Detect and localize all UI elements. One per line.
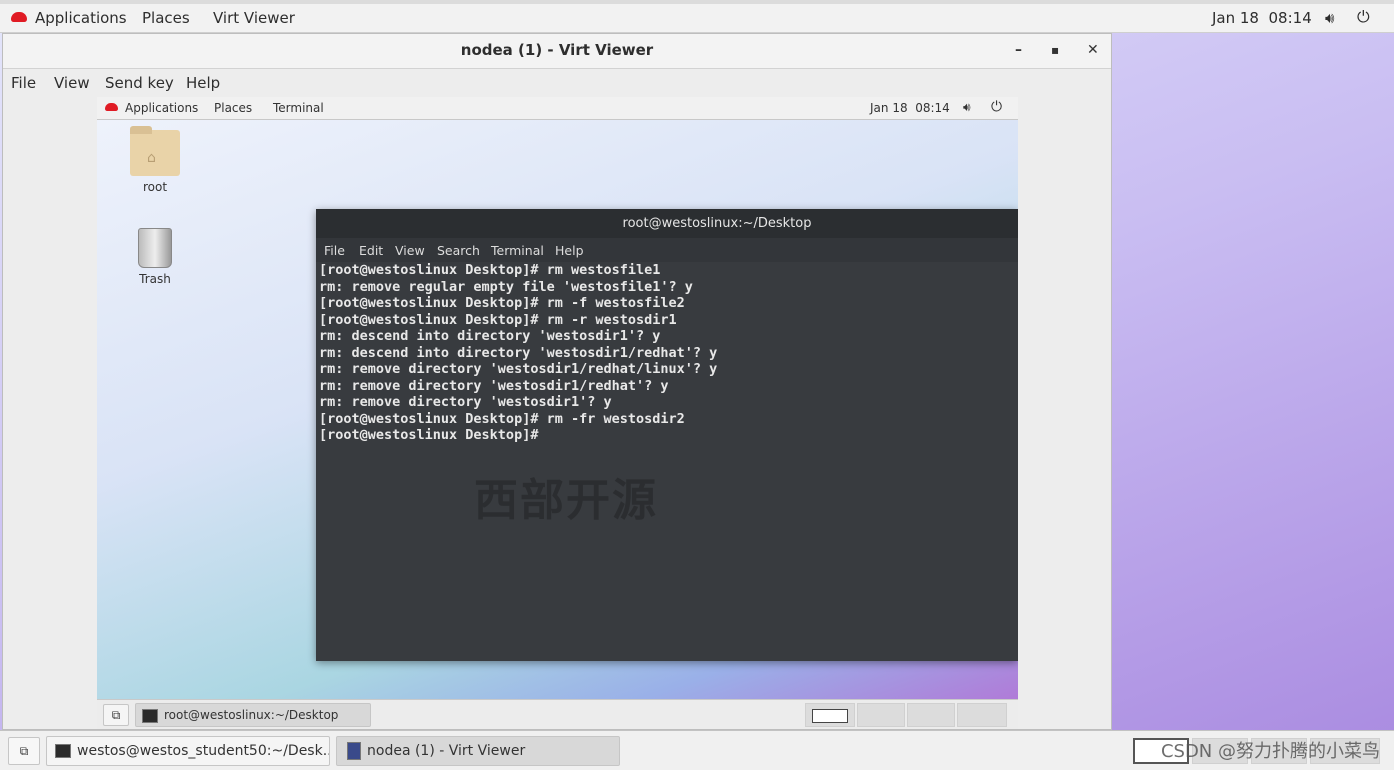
power-icon[interactable]: ⏻ [1357, 7, 1370, 27]
taskbar-item-label: westos@westos_student50:~/Desk... [77, 743, 330, 759]
terminal-menu-terminal[interactable]: Terminal [491, 243, 544, 258]
applications-menu[interactable]: Applications [35, 9, 127, 27]
terminal-menu-view[interactable]: View [395, 243, 425, 258]
workspace-1[interactable] [805, 703, 855, 727]
guest-display[interactable]: Applications Places Terminal Jan 18 08:1… [97, 97, 1018, 729]
terminal-titlebar: root@westoslinux:~/Desktop [316, 209, 1018, 238]
close-button[interactable]: ✕ [1087, 34, 1099, 67]
window-menubar: File View Send key Help [3, 69, 1111, 97]
terminal-menu-search[interactable]: Search [437, 243, 480, 258]
terminal-watermark: 西部开源 [474, 475, 658, 526]
desktop-icon-trash[interactable]: Trash [120, 228, 190, 286]
tab-strip [0, 0, 1394, 4]
app-menu[interactable]: Virt Viewer [213, 9, 295, 27]
guest-clock[interactable]: Jan 18 08:14 [870, 101, 950, 115]
desktop-icon-label: root [142, 180, 168, 194]
terminal-line: rm: remove directory 'westosdir1/redhat/… [319, 361, 718, 377]
terminal-line: rm: remove regular empty file 'westosfil… [319, 278, 693, 295]
terminal-menu-file[interactable]: File [324, 243, 345, 258]
home-folder-icon: ⌂ [130, 126, 180, 176]
terminal-menu-help[interactable]: Help [555, 243, 584, 258]
workspace-3[interactable] [907, 703, 955, 727]
workspace-2[interactable] [857, 703, 905, 727]
guest-places-menu[interactable]: Places [214, 101, 252, 115]
show-desktop-button[interactable]: ⧉ [103, 704, 129, 726]
terminal-line: rm: descend into directory 'westosdir1'?… [319, 328, 661, 344]
window-title: nodea (1) - Virt Viewer [460, 41, 654, 59]
workspace-4[interactable] [957, 703, 1007, 727]
desktop-icon-root[interactable]: ⌂ root [120, 126, 190, 194]
taskbar-item-label: nodea (1) - Virt Viewer [367, 743, 526, 759]
host-top-bar: Applications Places Virt Viewer Jan 18 0… [0, 0, 1394, 33]
host-taskbar-item-active[interactable]: nodea (1) - Virt Viewer [336, 736, 620, 766]
clock[interactable]: Jan 18 08:14 [1212, 9, 1312, 27]
menu-file[interactable]: File [11, 74, 36, 92]
menu-help[interactable]: Help [186, 74, 220, 92]
terminal-menu-edit[interactable]: Edit [359, 243, 383, 258]
power-icon[interactable]: ⏻ [991, 99, 1002, 115]
desktop-icon-label: Trash [139, 272, 171, 286]
redhat-logo-icon [105, 103, 118, 111]
taskbar-item-label: root@westoslinux:~/Desktop [164, 708, 339, 722]
terminal-icon [142, 708, 158, 723]
guest-taskbar-item[interactable]: root@westoslinux:~/Desktop [135, 703, 371, 727]
terminal-window[interactable]: root@westoslinux:~/Desktop File Edit Vie… [316, 209, 1018, 661]
menu-send-key[interactable]: Send key [105, 74, 174, 92]
host-taskbar-item[interactable]: westos@westos_student50:~/Desk... [46, 736, 330, 766]
guest-applications-menu[interactable]: Applications [125, 101, 198, 115]
places-menu[interactable]: Places [142, 9, 190, 27]
terminal-output[interactable]: [root@westoslinux Desktop]# rm westosfil… [319, 262, 1017, 444]
csdn-watermark: CSDN @努力扑腾的小菜鸟 [1160, 741, 1380, 762]
window-titlebar: nodea (1) - Virt Viewer – ▪ ✕ [3, 34, 1111, 69]
guest-bottom-panel: ⧉ root@westoslinux:~/Desktop [97, 699, 1018, 729]
terminal-line: [root@westoslinux Desktop]# rm -f westos… [319, 295, 685, 311]
show-desktop-button[interactable]: ⧉ [8, 737, 40, 765]
terminal-line: [root@westoslinux Desktop]# rm westosfil… [319, 262, 661, 278]
terminal-line: [root@westoslinux Desktop]# rm -r westos… [319, 311, 677, 328]
virt-viewer-window: nodea (1) - Virt Viewer – ▪ ✕ File View … [2, 33, 1112, 730]
volume-icon[interactable]: 🔊︎ [1325, 9, 1334, 27]
terminal-icon [55, 744, 71, 758]
trash-icon [138, 228, 172, 268]
virt-viewer-icon [347, 742, 361, 760]
minimize-button[interactable]: – [1015, 34, 1022, 67]
terminal-menubar: File Edit View Search Terminal Help [316, 238, 1018, 262]
terminal-line: rm: remove directory 'westosdir1'? y [319, 394, 612, 410]
volume-icon[interactable]: 🔊︎ [963, 100, 971, 115]
maximize-button[interactable]: ▪ [1051, 34, 1059, 67]
guest-desktop: ⌂ root Trash root@westoslinux:~/Desktop … [97, 120, 1018, 699]
terminal-line: rm: descend into directory 'westosdir1/r… [319, 344, 718, 361]
terminal-line: [root@westoslinux Desktop]# rm -fr westo… [319, 410, 685, 427]
terminal-line: [root@westoslinux Desktop]# [319, 427, 539, 443]
guest-app-menu[interactable]: Terminal [273, 101, 324, 115]
guest-top-bar: Applications Places Terminal Jan 18 08:1… [97, 97, 1018, 120]
terminal-line: rm: remove directory 'westosdir1/redhat'… [319, 377, 669, 394]
menu-view[interactable]: View [54, 74, 90, 92]
redhat-logo-icon [11, 12, 27, 22]
